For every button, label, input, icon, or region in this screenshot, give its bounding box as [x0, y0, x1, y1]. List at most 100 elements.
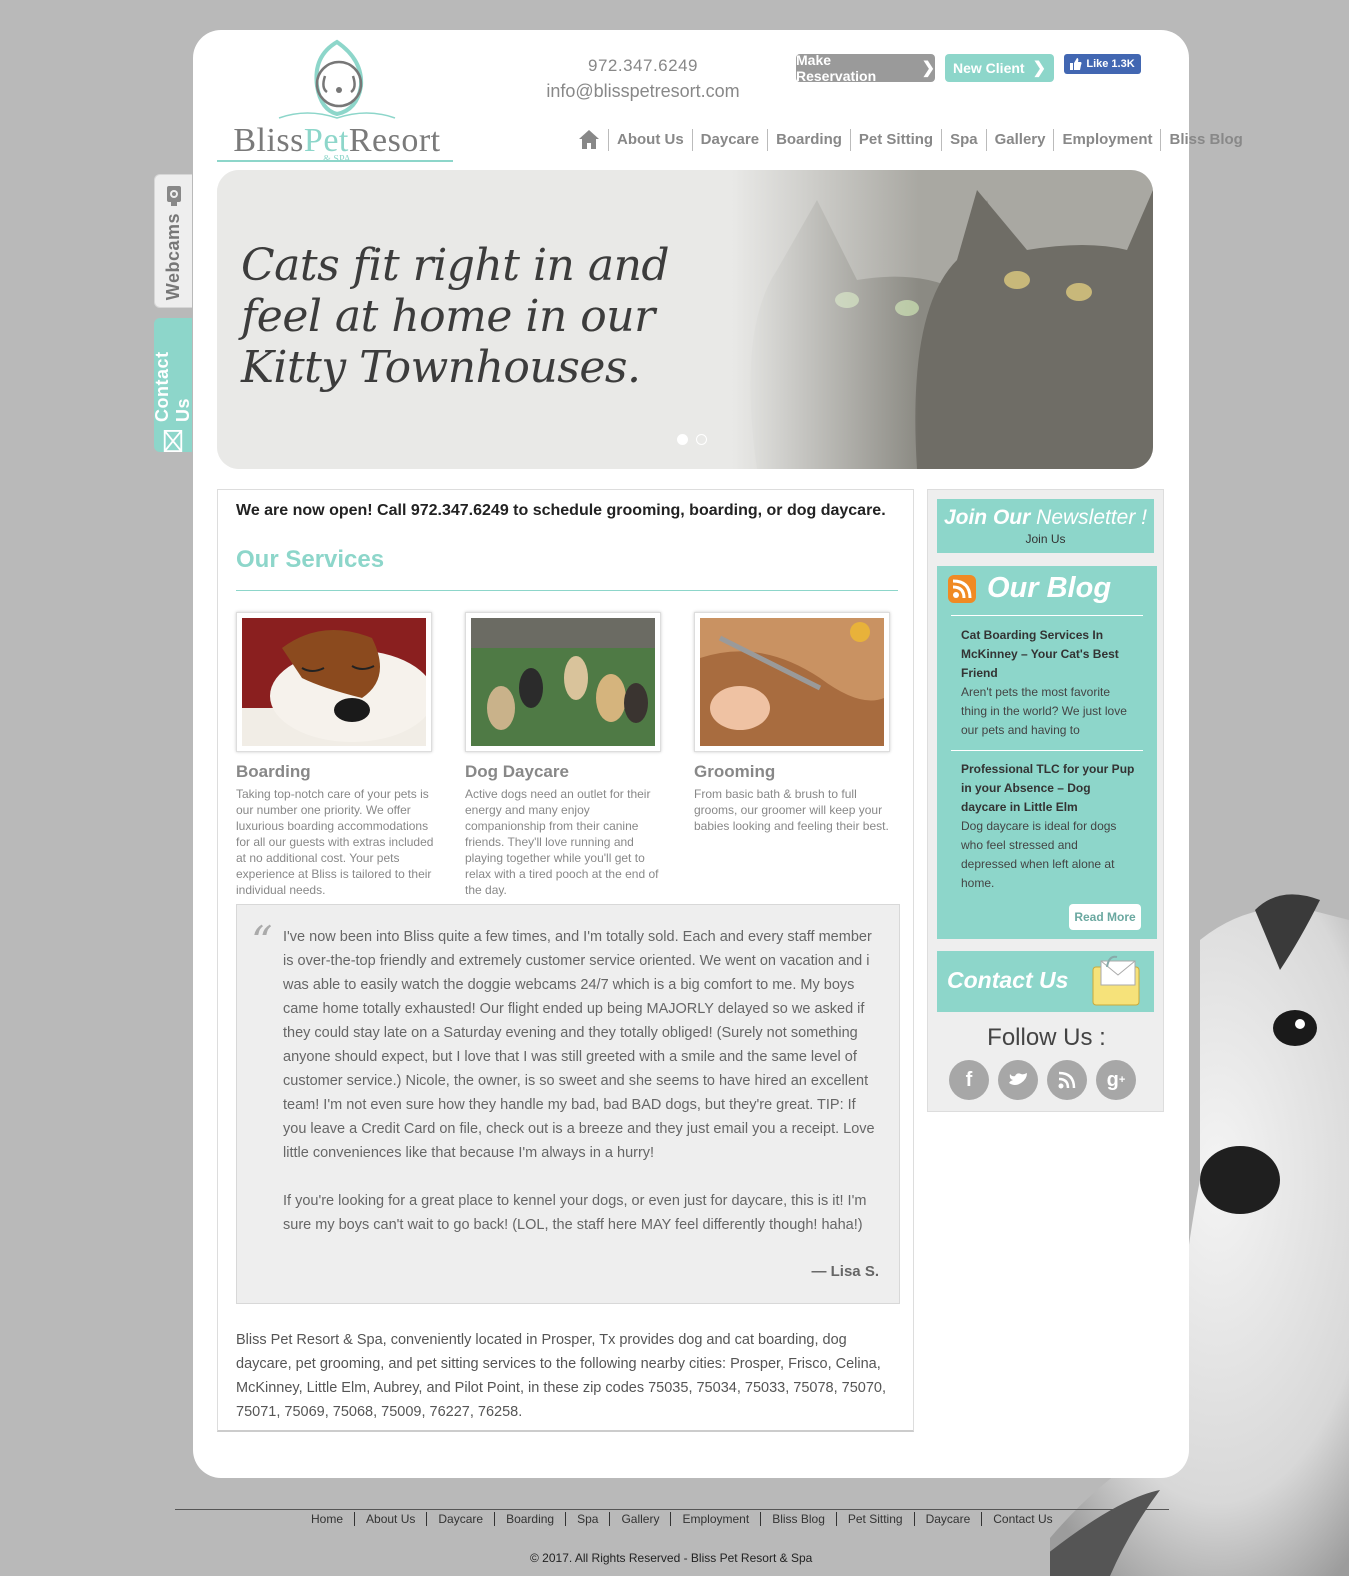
nav-gallery[interactable]: Gallery — [985, 129, 1054, 151]
footer-divider — [175, 1509, 1169, 1510]
footer-link-home[interactable]: Home — [300, 1512, 354, 1526]
nav-daycare[interactable]: Daycare — [691, 129, 767, 151]
blog-title[interactable]: Our Blog — [987, 572, 1111, 605]
header-contact: 972.347.6249 info@blisspetresort.com — [523, 56, 763, 102]
blog-divider — [951, 615, 1143, 616]
services-heading: Our Services — [236, 546, 385, 573]
footer-link-daycare-2[interactable]: Daycare — [913, 1512, 982, 1526]
make-reservation-label: Make Reservation — [796, 52, 877, 84]
contact-us-tab[interactable]: Contact Us — [152, 318, 193, 452]
services-divider — [236, 590, 898, 591]
webcams-tab[interactable]: Webcams — [154, 174, 192, 308]
webcam-icon — [166, 186, 181, 206]
service-name[interactable]: Boarding — [236, 762, 436, 782]
logo-subtitle: & SPA — [323, 154, 351, 165]
page-container: BlissPetResort & SPA 972.347.6249 info@b… — [193, 30, 1243, 1478]
newsletter-signup[interactable]: Join Our Newsletter ! Join Us — [937, 499, 1154, 553]
footer-link-gallery[interactable]: Gallery — [609, 1512, 670, 1526]
google-plus-icon[interactable]: g + — [1096, 1060, 1136, 1100]
contact-tab-label: Contact Us — [152, 351, 193, 422]
nav-bliss-blog[interactable]: Bliss Blog — [1160, 129, 1250, 151]
blog-post-excerpt: Aren't pets the most favorite thing in t… — [961, 685, 1127, 737]
main-nav: About Us Daycare Boarding Pet Sitting Sp… — [578, 128, 1251, 152]
nav-spa[interactable]: Spa — [941, 129, 986, 151]
blog-header: Our Blog — [947, 572, 1111, 605]
envelope-icon — [163, 429, 183, 452]
nav-about-us[interactable]: About Us — [608, 129, 692, 151]
grooming-photo[interactable] — [694, 612, 890, 752]
join-us-link[interactable]: Join Us — [937, 532, 1154, 546]
hero-caption: Cats fit right in and feel at home in ou… — [241, 240, 670, 393]
footer-link-spa[interactable]: Spa — [565, 1512, 609, 1526]
nav-boarding[interactable]: Boarding — [767, 129, 850, 151]
testimonial-body: I've now been into Bliss quite a few tim… — [283, 925, 883, 1261]
rss-icon[interactable] — [947, 574, 977, 604]
dogs-playing-image — [471, 618, 655, 746]
footer-link-daycare[interactable]: Daycare — [426, 1512, 494, 1526]
blog-post-title[interactable]: Cat Boarding Services In McKinney – Your… — [961, 626, 1137, 683]
service-name[interactable]: Dog Daycare — [465, 762, 665, 782]
service-description: From basic bath & brush to full grooms, … — [694, 787, 889, 833]
sidebar: Join Our Newsletter ! Join Us Our Blog C… — [927, 489, 1164, 1112]
blog-post-excerpt: Dog daycare is ideal for dogs who feel s… — [961, 819, 1117, 890]
daycare-photo[interactable] — [465, 612, 661, 752]
footer-link-contact-us[interactable]: Contact Us — [981, 1512, 1063, 1526]
blog-divider — [951, 750, 1143, 751]
chevron-right-icon: ❯ — [1032, 60, 1046, 77]
service-description: Active dogs need an outlet for their ene… — [465, 787, 659, 897]
footer-link-pet-sitting[interactable]: Pet Sitting — [835, 1512, 914, 1526]
make-reservation-button[interactable]: Make Reservation ❯ — [796, 52, 935, 84]
service-grooming[interactable]: Grooming From basic bath & brush to full… — [694, 612, 894, 834]
footer-link-employment[interactable]: Employment — [670, 1512, 760, 1526]
new-client-button[interactable]: New Client ❯ — [945, 54, 1054, 82]
service-name[interactable]: Grooming — [694, 762, 894, 782]
phone-number[interactable]: 972.347.6249 — [523, 56, 763, 76]
slider-dot[interactable] — [696, 434, 707, 445]
service-area-text: Bliss Pet Resort & Spa, conveniently loc… — [236, 1332, 886, 1420]
slider-dots — [677, 434, 707, 445]
chevron-right-icon: ❯ — [921, 60, 935, 77]
testimonial-paragraph: I've now been into Bliss quite a few tim… — [283, 929, 875, 1161]
new-client-label: New Client — [953, 60, 1025, 76]
footer-nav: Home About Us Daycare Boarding Spa Galle… — [300, 1512, 1064, 1526]
hero-slider[interactable]: Cats fit right in and feel at home in ou… — [217, 170, 1153, 469]
follow-us-heading: Follow Us : — [987, 1024, 1106, 1051]
testimonial: “ I've now been into Bliss quite a few t… — [236, 904, 900, 1304]
boarding-photo[interactable] — [236, 612, 432, 752]
footer-link-bliss-blog[interactable]: Bliss Blog — [760, 1512, 836, 1526]
blog-box: Our Blog Cat Boarding Services In McKinn… — [937, 566, 1157, 939]
mail-bag-icon — [1092, 955, 1140, 1006]
newsletter-title-part1: Join Our — [943, 506, 1031, 529]
social-links: f g + — [949, 1060, 1136, 1100]
email-address[interactable]: info@blisspetresort.com — [523, 81, 763, 102]
blog-post[interactable]: Professional TLC for your Pup in your Ab… — [961, 760, 1137, 893]
footer-link-about-us[interactable]: About Us — [354, 1512, 426, 1526]
facebook-like-button[interactable]: Like 1.3K — [1064, 54, 1141, 74]
sleeping-dog-image — [242, 618, 426, 746]
service-description: Taking top-notch care of your pets is ou… — [236, 787, 434, 897]
rss-icon[interactable] — [1047, 1060, 1087, 1100]
home-icon[interactable] — [578, 129, 600, 151]
nav-pet-sitting[interactable]: Pet Sitting — [849, 129, 941, 151]
contact-us-box[interactable]: Contact Us — [937, 951, 1154, 1012]
thumbs-up-icon — [1070, 58, 1082, 70]
service-dog-daycare[interactable]: Dog Daycare Active dogs need an outlet f… — [465, 612, 665, 898]
newsletter-title-part2: Newsletter ! — [1036, 506, 1148, 529]
logo-dog-emblem-icon — [278, 39, 396, 119]
read-more-button[interactable]: Read More — [1069, 904, 1141, 930]
contact-us-title: Contact Us — [947, 967, 1069, 993]
blog-post[interactable]: Cat Boarding Services In McKinney – Your… — [961, 626, 1137, 740]
slider-dot-active[interactable] — [677, 434, 688, 445]
nav-employment[interactable]: Employment — [1053, 129, 1160, 151]
footer-link-boarding[interactable]: Boarding — [494, 1512, 565, 1526]
testimonial-author: — Lisa S. — [811, 1263, 879, 1280]
testimonial-paragraph: If you're looking for a great place to k… — [283, 1193, 867, 1233]
facebook-icon[interactable]: f — [949, 1060, 989, 1100]
service-boarding[interactable]: Boarding Taking top-notch care of your p… — [236, 612, 436, 898]
logo[interactable]: BlissPetResort & SPA — [217, 38, 457, 165]
twitter-icon[interactable] — [998, 1060, 1038, 1100]
quote-icon: “ — [251, 917, 273, 966]
webcams-tab-label: Webcams — [163, 213, 183, 301]
blog-post-title[interactable]: Professional TLC for your Pup in your Ab… — [961, 760, 1137, 817]
grooming-image — [700, 618, 884, 746]
